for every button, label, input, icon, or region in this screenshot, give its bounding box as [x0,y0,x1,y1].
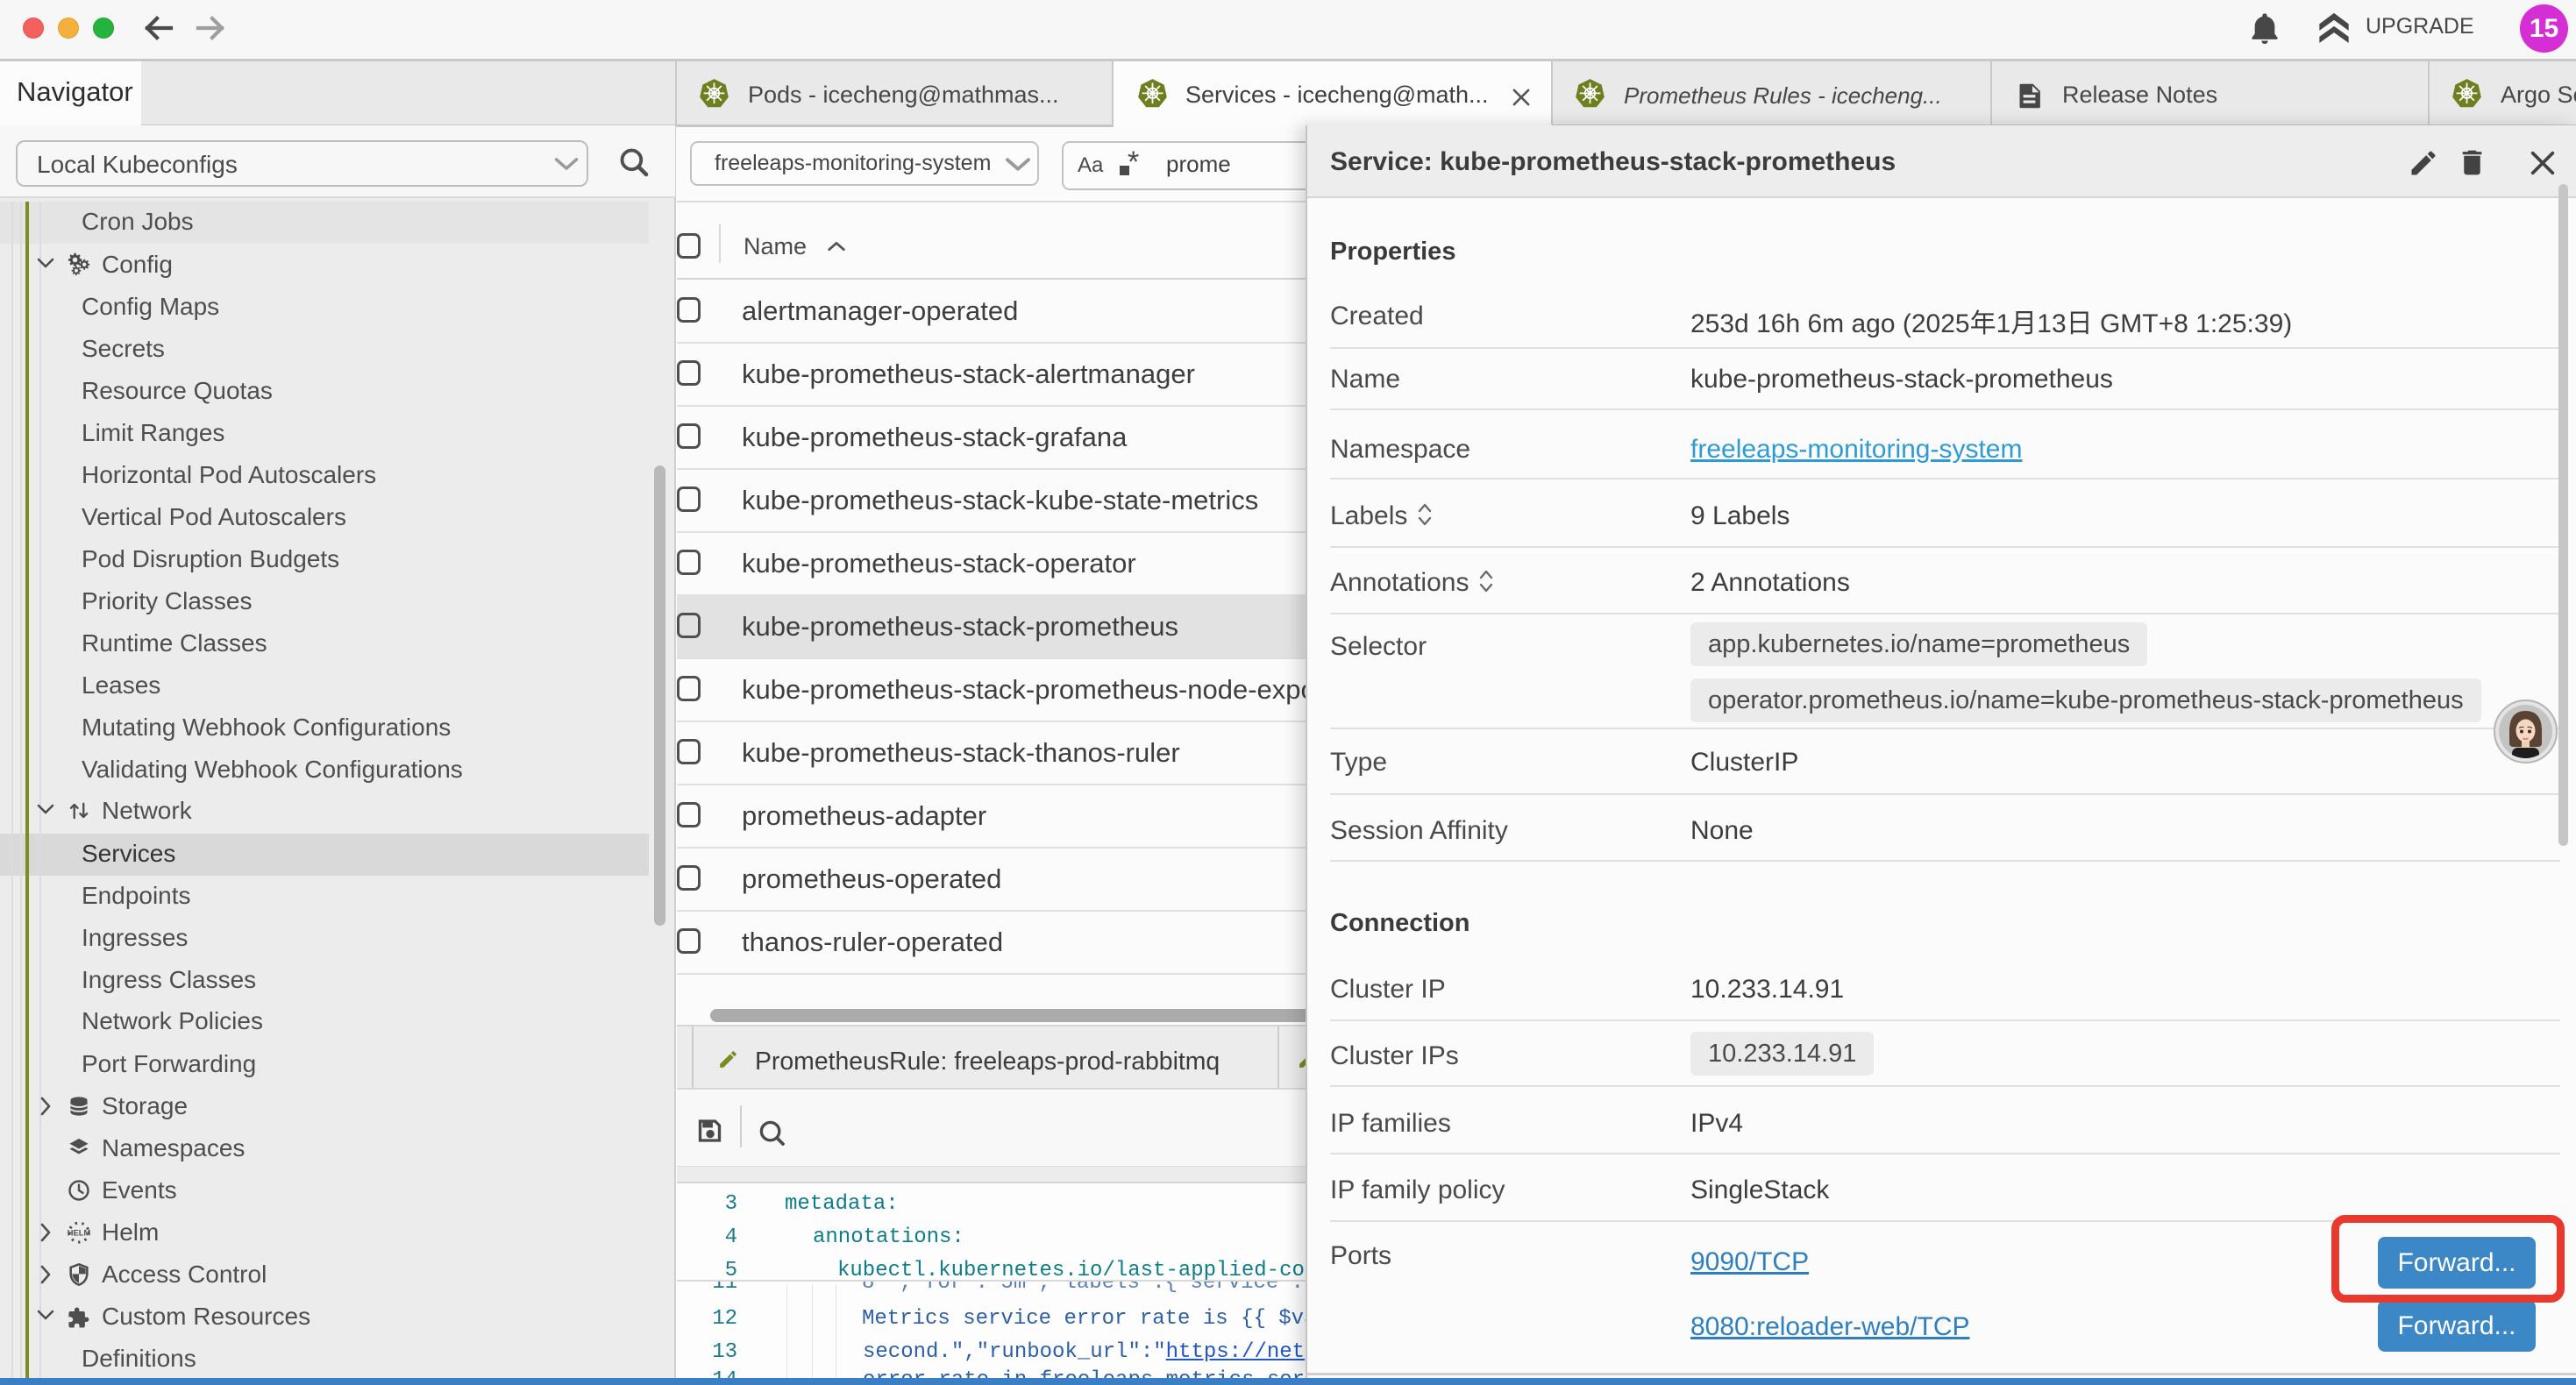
svg-text:HELM: HELM [68,1229,91,1238]
